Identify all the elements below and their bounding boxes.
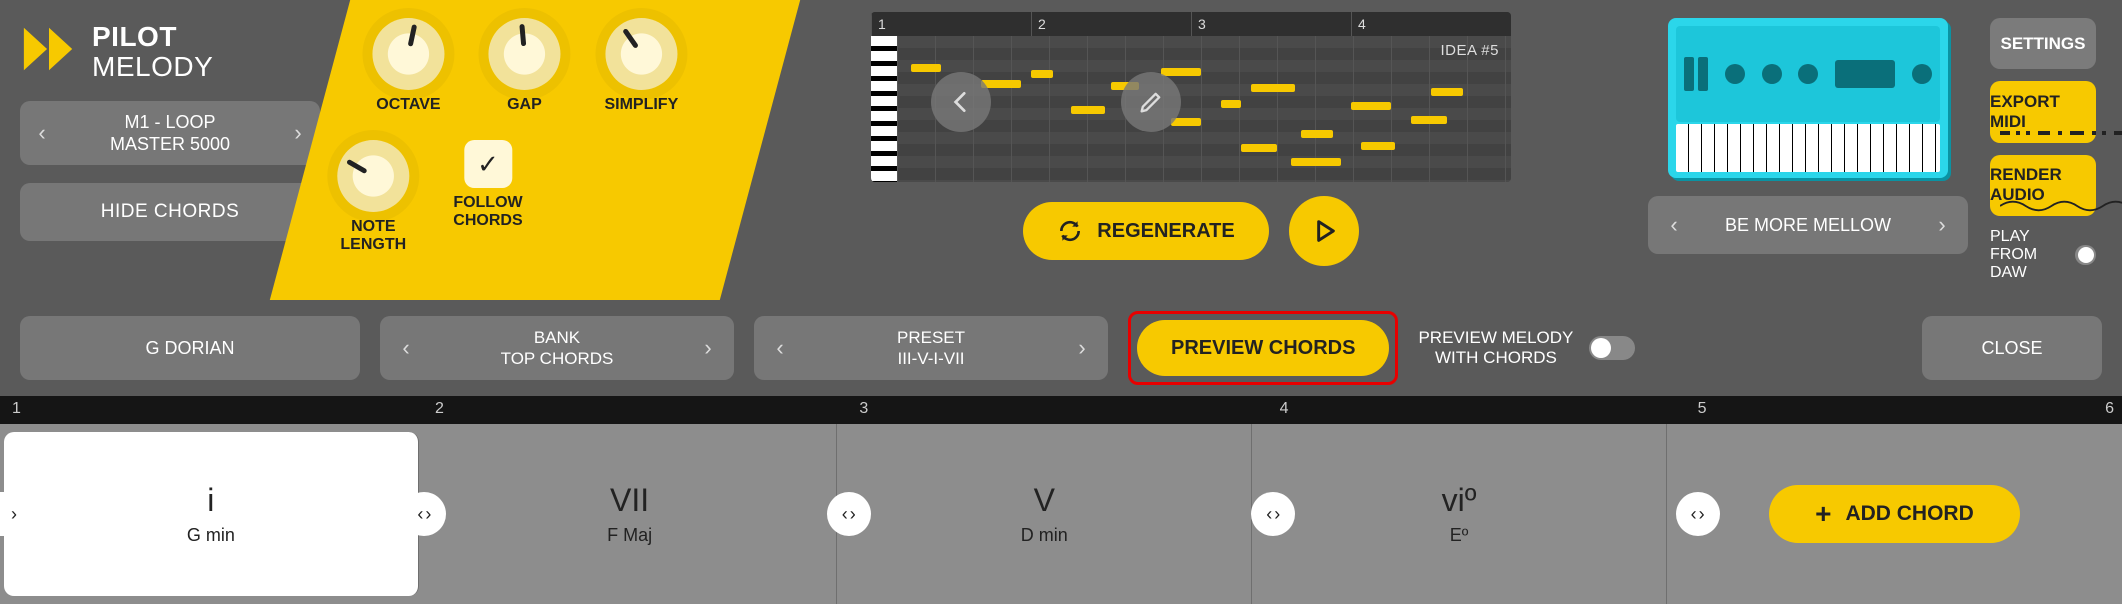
bank-prev[interactable]: ‹ <box>380 316 432 380</box>
chord-ruler: 1 2 3 4 5 6 <box>0 396 2122 424</box>
simplify-knob[interactable] <box>605 18 677 90</box>
chord-handle-1[interactable]: ‹› <box>402 492 446 536</box>
roll-edit-button[interactable] <box>1121 72 1181 132</box>
close-button[interactable]: CLOSE <box>1922 316 2102 380</box>
gap-knob[interactable] <box>488 18 560 90</box>
bank-l1: BANK <box>534 327 580 348</box>
follow-chords-checkbox[interactable]: ✓ <box>464 140 512 188</box>
preset-next[interactable]: › <box>1056 316 1108 380</box>
refresh-icon <box>1057 218 1083 244</box>
hide-chords-button[interactable]: HIDE CHORDS <box>20 183 320 241</box>
note-length-label: NOTELENGTH <box>340 218 406 255</box>
chord-roman: VII <box>610 482 649 519</box>
instrument-selector: ‹ M1 - LOOP MASTER 5000 › <box>20 101 320 165</box>
preset-l1: PRESET <box>897 327 965 348</box>
add-chord-button[interactable]: + ADD CHORD <box>1769 485 2020 543</box>
waveform-icon <box>2000 200 2122 212</box>
forward-icon <box>20 20 78 83</box>
chord-slot-2[interactable]: VII F Maj <box>423 424 838 604</box>
add-chord-slot: + ADD CHORD <box>1667 424 2122 604</box>
chord-name: D min <box>1021 525 1068 546</box>
preview-chords-button[interactable]: PREVIEW CHORDS <box>1137 320 1389 376</box>
piano-roll[interactable]: 1 2 3 4 IDEA #5 <box>871 12 1511 182</box>
preset-l2: III-V-I-VII <box>897 348 964 369</box>
preset-prev[interactable]: ‹ <box>754 316 806 380</box>
chord-roman: viº <box>1442 482 1477 519</box>
regenerate-label: REGENERATE <box>1097 220 1234 243</box>
render-audio-button[interactable]: RENDER AUDIO <box>1990 155 2096 216</box>
play-icon <box>1308 215 1340 247</box>
chord-slot-3[interactable]: V D min <box>837 424 1252 604</box>
bank-next[interactable]: › <box>682 316 734 380</box>
play-from-daw-toggle[interactable] <box>2075 245 2096 265</box>
mellow-preset-button[interactable]: BE MORE MELLOW <box>1700 196 1916 254</box>
logo-line1: PILOT <box>92 22 213 51</box>
midi-dots-icon <box>2000 127 2122 139</box>
preview-melody-toggle[interactable] <box>1589 336 1635 360</box>
mellow-next[interactable]: › <box>1916 196 1968 254</box>
play-button[interactable] <box>1289 196 1359 266</box>
settings-button[interactable]: SETTINGS <box>1990 18 2096 69</box>
bank-l2: TOP CHORDS <box>501 348 614 369</box>
chord-name: G min <box>187 525 235 546</box>
chord-handle-4[interactable]: ‹› <box>1676 492 1720 536</box>
instrument-name-l1: M1 - LOOP <box>124 111 215 134</box>
chord-slot-4[interactable]: viº Eº <box>1252 424 1667 604</box>
instrument-name-l2: MASTER 5000 <box>110 133 230 156</box>
preset-selector[interactable]: PRESET III-V-I-VII <box>806 316 1056 380</box>
logo-line2: MELODY <box>92 52 213 81</box>
octave-knob[interactable] <box>372 18 444 90</box>
piano-roll-keys <box>871 36 897 182</box>
preview-melody-l1: PREVIEW MELODY <box>1418 328 1573 348</box>
plus-icon: + <box>1815 498 1831 530</box>
octave-label: OCTAVE <box>376 96 440 114</box>
idea-label: IDEA #5 <box>1440 42 1499 59</box>
add-chord-label: ADD CHORD <box>1845 502 1973 526</box>
roll-back-button[interactable] <box>931 72 991 132</box>
note-length-knob[interactable] <box>337 140 409 212</box>
synth-graphic <box>1668 18 1948 178</box>
regenerate-button[interactable]: REGENERATE <box>1023 202 1268 260</box>
chord-handle-2[interactable]: ‹› <box>827 492 871 536</box>
preview-chords-highlight: PREVIEW CHORDS <box>1128 311 1398 385</box>
chord-name: F Maj <box>607 525 652 546</box>
instrument-name[interactable]: M1 - LOOP MASTER 5000 <box>64 101 276 165</box>
chord-lane[interactable]: › i G min ‹› VII F Maj ‹› V D min ‹› viº… <box>0 424 2122 604</box>
chord-handle-3[interactable]: ‹› <box>1251 492 1295 536</box>
simplify-label: SIMPLIFY <box>604 96 678 114</box>
chord-name: Eº <box>1450 525 1469 546</box>
export-midi-button[interactable]: EXPORT MIDI <box>1990 81 2096 142</box>
instrument-prev[interactable]: ‹ <box>20 101 64 165</box>
preview-melody-l2: WITH CHORDS <box>1418 348 1573 368</box>
bank-selector[interactable]: BANK TOP CHORDS <box>432 316 682 380</box>
app-logo: PILOT MELODY <box>20 20 320 83</box>
gap-label: GAP <box>507 96 542 114</box>
chord-roman: V <box>1034 482 1055 519</box>
chord-roman: i <box>207 482 214 519</box>
play-from-daw-label: PLAY FROM DAW <box>1990 228 2065 282</box>
scale-button[interactable]: G DORIAN <box>20 316 360 380</box>
piano-roll-ruler: 1 2 3 4 <box>871 12 1511 36</box>
follow-chords-label: FOLLOWCHORDS <box>453 194 522 231</box>
chord-slot-1[interactable]: i G min <box>4 432 419 596</box>
knob-panel: OCTAVE GAP SIMPLIFY NOTELENGTH ✓ FOL <box>270 0 800 300</box>
mellow-prev[interactable]: ‹ <box>1648 196 1700 254</box>
